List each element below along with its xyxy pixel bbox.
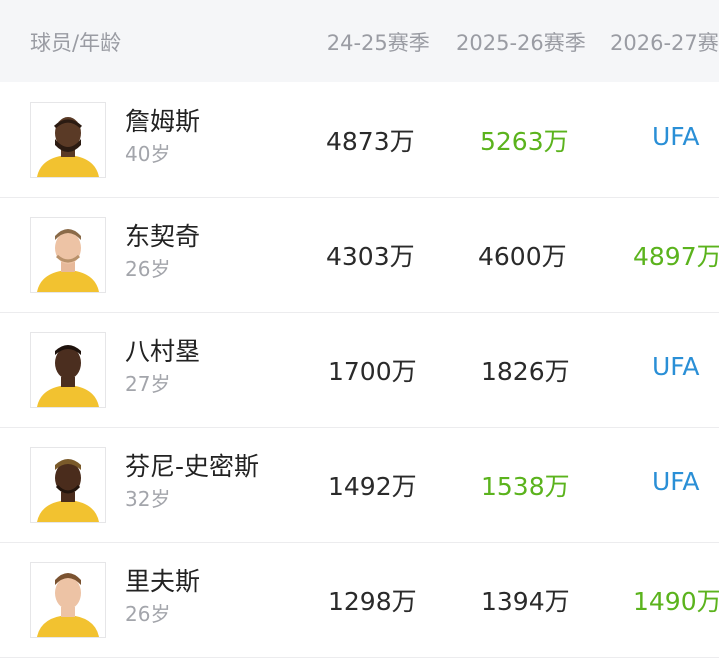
player-photo bbox=[30, 562, 106, 638]
salary-2025-26: 4600万 bbox=[478, 242, 567, 271]
player-age: 27岁 bbox=[125, 372, 171, 396]
salary-2026-27: UFA bbox=[652, 352, 700, 381]
player-photo bbox=[30, 332, 106, 408]
salary-2024-25: 1700万 bbox=[328, 357, 417, 386]
salary-2026-27: 1490万 bbox=[633, 587, 719, 616]
salary-2024-25: 4873万 bbox=[326, 127, 415, 156]
table-row[interactable]: 里夫斯 26岁 1298万 1394万 1490万 bbox=[0, 542, 719, 658]
salary-2025-26: 1394万 bbox=[481, 587, 570, 616]
salary-2024-25: 4303万 bbox=[326, 242, 415, 271]
header-season-2024-25: 2024-25赛季 bbox=[300, 31, 430, 55]
table-row[interactable]: 八村塁 27岁 1700万 1826万 UFA bbox=[0, 312, 719, 428]
player-photo bbox=[30, 447, 106, 523]
salary-2026-27: 4897万 bbox=[633, 242, 719, 271]
salary-2024-25: 1492万 bbox=[328, 472, 417, 501]
player-name: 八村塁 bbox=[125, 337, 201, 366]
player-name: 詹姆斯 bbox=[125, 107, 201, 136]
salary-2024-25: 1298万 bbox=[328, 587, 417, 616]
header-season-2025-26: 2025-26赛季 bbox=[456, 31, 586, 55]
player-age: 26岁 bbox=[125, 257, 171, 281]
table-row[interactable]: 詹姆斯 40岁 4873万 5263万 UFA bbox=[0, 82, 719, 198]
table-row[interactable]: 芬尼-史密斯 32岁 1492万 1538万 UFA bbox=[0, 427, 719, 543]
header-player-age: 球员/年龄 bbox=[30, 31, 122, 55]
salary-2026-27: UFA bbox=[652, 122, 700, 151]
salary-2025-26: 1538万 bbox=[481, 472, 570, 501]
player-photo bbox=[30, 217, 106, 293]
salary-2025-26: 1826万 bbox=[481, 357, 570, 386]
player-age: 32岁 bbox=[125, 487, 171, 511]
player-age: 40岁 bbox=[125, 142, 171, 166]
player-age: 26岁 bbox=[125, 602, 171, 626]
player-name: 东契奇 bbox=[125, 222, 201, 251]
player-name: 芬尼-史密斯 bbox=[125, 452, 260, 481]
table-header: 球员/年龄 2024-25赛季 2025-26赛季 2026-27赛季 bbox=[0, 0, 719, 82]
salary-2026-27: UFA bbox=[652, 467, 700, 496]
player-name: 里夫斯 bbox=[125, 567, 201, 596]
header-season-2026-27: 2026-27赛季 bbox=[610, 31, 719, 55]
salary-2025-26: 5263万 bbox=[480, 127, 569, 156]
table-row[interactable]: 东契奇 26岁 4303万 4600万 4897万 bbox=[0, 197, 719, 313]
player-photo bbox=[30, 102, 106, 178]
